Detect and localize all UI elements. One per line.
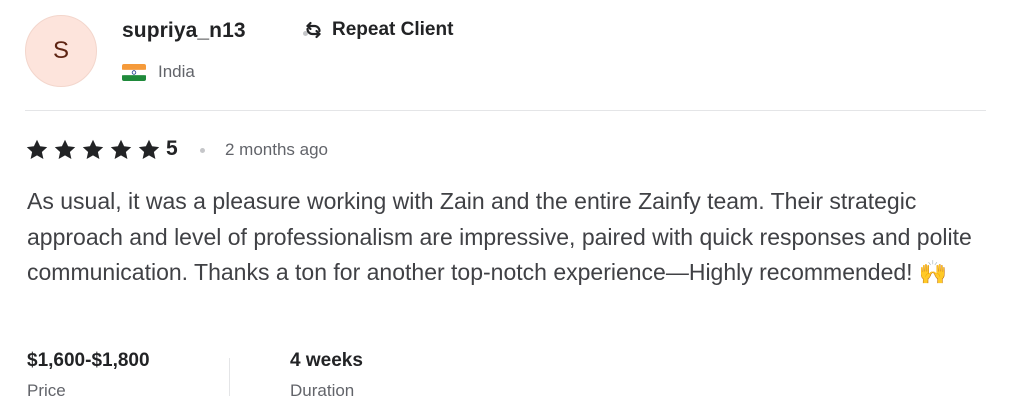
star-icon — [54, 139, 76, 159]
star-icon — [26, 139, 48, 159]
repeat-icon — [306, 21, 321, 39]
rating-value: 5 — [166, 137, 178, 160]
star-rating — [25, 138, 165, 162]
star-icon — [110, 139, 132, 159]
price-value: $1,600-$1,800 — [27, 350, 150, 371]
separator-dot — [200, 148, 205, 153]
review-text: As usual, it was a pleasure working with… — [27, 188, 972, 285]
details-divider — [229, 358, 230, 396]
reviewer-country: India — [122, 62, 195, 82]
india-flag-icon — [122, 63, 146, 81]
avatar-initial: S — [52, 37, 69, 64]
header-divider — [25, 110, 986, 111]
review-time: 2 months ago — [225, 140, 329, 159]
duration-value: 4 weeks — [290, 350, 363, 371]
duration-label: Duration — [290, 381, 355, 400]
repeat-client-badge: Repeat Client — [301, 19, 453, 41]
repeat-client-label: Repeat Client — [332, 19, 454, 40]
country-label: India — [158, 62, 195, 81]
avatar[interactable]: S — [25, 15, 97, 87]
price-label: Price — [27, 381, 66, 400]
reviewer-username[interactable]: supriya_n13 — [122, 19, 246, 43]
star-icon — [138, 139, 160, 159]
star-icon — [82, 139, 104, 159]
